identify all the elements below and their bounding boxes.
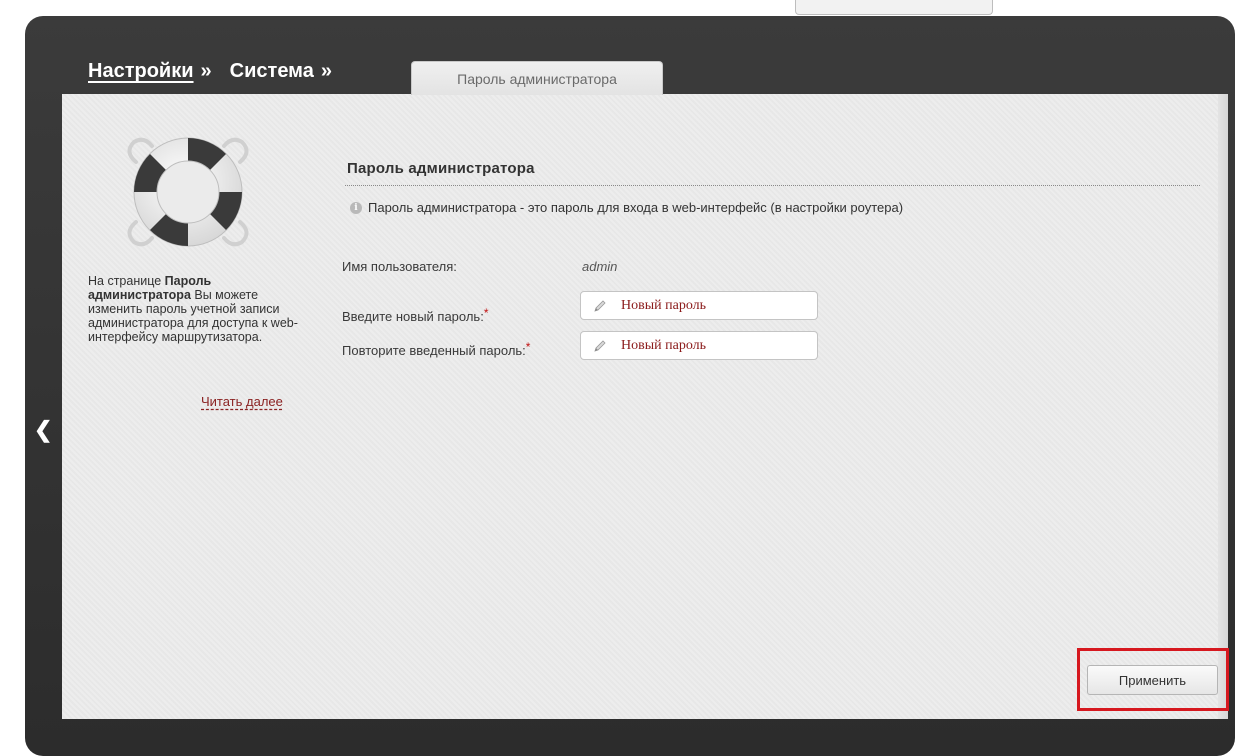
tab-admin-password[interactable]: Пароль администратора bbox=[411, 61, 663, 95]
lifebuoy-icon bbox=[127, 137, 249, 247]
section-divider bbox=[345, 185, 1200, 186]
help-prefix: На странице bbox=[88, 274, 165, 288]
new-password-label: Введите новый пароль:* bbox=[342, 306, 489, 324]
scrollbar-track[interactable] bbox=[1218, 94, 1228, 719]
repeat-password-label-text: Повторите введенный пароль: bbox=[342, 343, 526, 358]
repeat-password-label: Повторите введенный пароль:* bbox=[342, 340, 530, 358]
repeat-password-value: Новый пароль bbox=[621, 337, 707, 353]
back-arrow-icon[interactable]: ❮ bbox=[34, 419, 54, 441]
pencil-icon bbox=[594, 339, 606, 352]
username-label: Имя пользователя: bbox=[342, 259, 457, 274]
breadcrumb-separator: » bbox=[320, 60, 332, 82]
breadcrumb: Настройки » Система » bbox=[88, 60, 350, 83]
new-password-value: Новый пароль bbox=[621, 297, 707, 313]
new-password-label-text: Введите новый пароль: bbox=[342, 309, 484, 324]
username-value: admin bbox=[582, 259, 618, 274]
info-text: Пароль администратора - это пароль для в… bbox=[368, 200, 904, 215]
info-icon: i bbox=[350, 201, 362, 214]
required-mark: * bbox=[525, 340, 531, 354]
read-more-link[interactable]: Читать далее bbox=[201, 394, 283, 409]
content-panel: На странице Пароль администратора Вы мож… bbox=[62, 94, 1229, 719]
breadcrumb-settings-link[interactable]: Настройки bbox=[88, 60, 194, 83]
repeat-password-input[interactable]: Новый пароль bbox=[580, 331, 818, 360]
required-mark: * bbox=[483, 306, 489, 320]
info-hint: i Пароль администратора - это пароль для… bbox=[350, 200, 903, 215]
apply-button[interactable]: Применить bbox=[1087, 665, 1218, 695]
breadcrumb-system-link[interactable]: Система bbox=[230, 60, 314, 83]
pencil-icon bbox=[594, 299, 606, 312]
breadcrumb-separator: » bbox=[200, 60, 212, 82]
section-title: Пароль администратора bbox=[347, 160, 535, 177]
top-edge-tab bbox=[795, 0, 993, 15]
help-description: На странице Пароль администратора Вы мож… bbox=[88, 274, 303, 344]
new-password-input[interactable]: Новый пароль bbox=[580, 291, 818, 320]
